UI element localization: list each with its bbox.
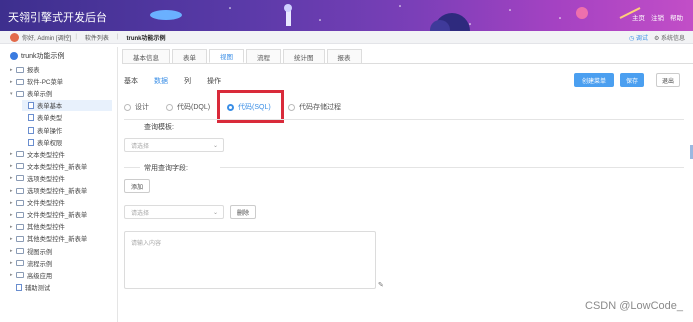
content-tab[interactable]: 表单 bbox=[172, 49, 207, 63]
avatar-icon bbox=[10, 32, 19, 42]
save-button[interactable]: 保存 bbox=[620, 73, 644, 87]
divider bbox=[220, 167, 684, 168]
create-menu-button[interactable]: 创建菜单 bbox=[574, 73, 614, 87]
radio-circle[interactable] bbox=[288, 103, 295, 111]
chevron-down-icon: ⌄ bbox=[212, 210, 218, 216]
breadcrumb-bar: 你好, Admin [调控] | 软件列表 | trunk功能示例 ◷ 调试 ⚙… bbox=[0, 31, 693, 44]
system-info-link[interactable]: ⚙ 系统信息 bbox=[654, 33, 685, 42]
crumb-tab-software-list[interactable]: 软件列表 bbox=[81, 33, 113, 42]
divider bbox=[124, 119, 684, 120]
radio-label: 设计 bbox=[135, 104, 149, 111]
radio-option[interactable]: 代码(DQL) bbox=[166, 102, 210, 112]
radio-circle[interactable] bbox=[166, 103, 173, 111]
exit-button[interactable]: 退出 bbox=[656, 73, 680, 87]
add-button[interactable]: 添加 bbox=[124, 179, 150, 193]
edit-icon[interactable]: ✎ bbox=[378, 281, 384, 289]
select-placeholder: 请选择 bbox=[131, 143, 150, 150]
content-tab[interactable]: 报表 bbox=[326, 49, 362, 63]
app-title: 天翎引擎式开发后台 bbox=[8, 12, 107, 24]
help-link[interactable]: 帮助 bbox=[670, 12, 683, 22]
textarea-placeholder: 请输入内容 bbox=[131, 241, 162, 247]
logout-link[interactable]: 注销 bbox=[651, 12, 664, 22]
sql-code-textarea[interactable]: 请输入内容 bbox=[124, 231, 376, 289]
content-tab[interactable]: 统计图 bbox=[283, 49, 325, 63]
sub-tab[interactable]: 基本 bbox=[124, 76, 138, 86]
query-template-label: 查询模板: bbox=[144, 124, 174, 131]
content-tab[interactable]: 流程 bbox=[246, 49, 281, 63]
user-greeting: 你好, Admin [调控] bbox=[22, 35, 72, 42]
app-header: 天翎引擎式开发后台 主页 注销 帮助 bbox=[0, 0, 693, 31]
divider: | bbox=[116, 34, 119, 40]
sub-tabs: 基本 数据 列 操作 bbox=[124, 76, 237, 86]
radio-option[interactable]: 设计 bbox=[124, 102, 149, 112]
watermark: CSDN @LowCode_ bbox=[585, 300, 683, 312]
sub-tab[interactable]: 数据 bbox=[154, 76, 168, 86]
query-template-select[interactable]: 请选择 ⌄ bbox=[124, 138, 224, 152]
debug-link[interactable]: ◷ 调试 bbox=[629, 33, 648, 42]
select-placeholder: 请选择 bbox=[131, 210, 150, 217]
radio-label: 代码(DQL) bbox=[177, 104, 211, 111]
sidebar-panel bbox=[0, 47, 118, 322]
sub-tab[interactable]: 操作 bbox=[207, 76, 221, 86]
radio-option[interactable]: 代码存储过程 bbox=[288, 102, 341, 112]
tabs-divider bbox=[122, 63, 693, 64]
field-select[interactable]: 请选择 ⌄ bbox=[124, 205, 224, 219]
radio-circle[interactable] bbox=[124, 103, 131, 111]
content-tab[interactable]: 视图 bbox=[209, 49, 244, 63]
delete-button[interactable]: 删除 bbox=[230, 205, 256, 219]
home-link[interactable]: 主页 bbox=[632, 12, 645, 22]
crumb-tab-trunk[interactable]: trunk功能示例 bbox=[122, 33, 169, 42]
content-tabs: 基本信息 表单 视图 流程 统计图 报表 bbox=[122, 49, 364, 63]
content-tab[interactable]: 基本信息 bbox=[122, 49, 170, 63]
chevron-down-icon: ⌄ bbox=[212, 143, 218, 149]
divider bbox=[124, 167, 140, 168]
sub-tab[interactable]: 列 bbox=[184, 76, 191, 86]
radio-label: 代码存储过程 bbox=[299, 104, 341, 111]
divider: | bbox=[75, 34, 77, 40]
common-fields-label: 常用查询字段: bbox=[144, 165, 188, 172]
